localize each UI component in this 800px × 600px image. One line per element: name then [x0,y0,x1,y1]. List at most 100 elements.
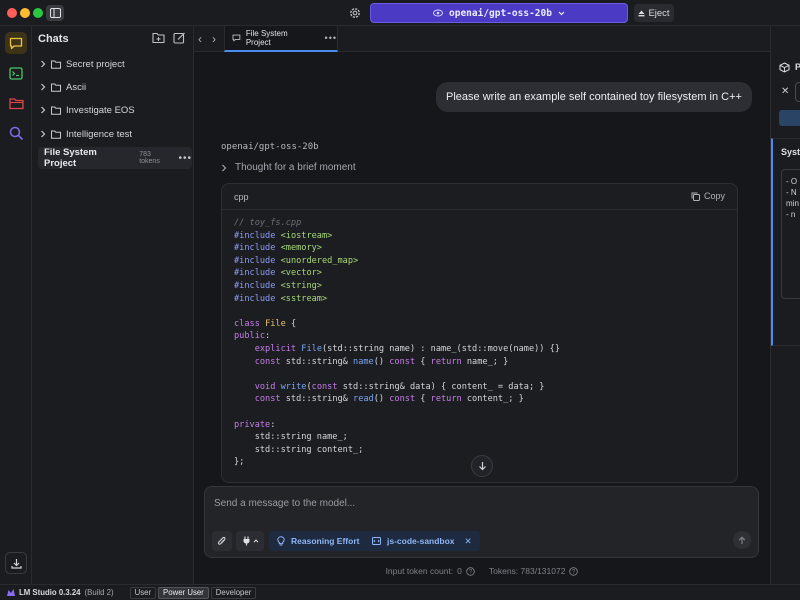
copy-label: Copy [703,191,725,201]
message-input[interactable] [214,498,734,509]
attach-file-button[interactable] [212,531,232,551]
preset-input[interactable] [795,82,800,102]
tab-title: File System Project [245,29,288,47]
folder-label: Investigate EOS [66,104,135,116]
terminal-icon [9,66,23,80]
sidebar-toggle-button[interactable] [46,5,64,21]
system-prompt-textarea[interactable]: - O - N min - n [781,169,800,299]
panel-title: P [795,62,800,72]
rail-search-button[interactable] [5,122,27,144]
copy-code-button[interactable]: Copy [691,191,725,201]
reasoning-effort-label: Reasoning Effort [291,536,360,546]
maximize-window-button[interactable] [33,8,43,18]
panel-tab-active[interactable] [779,110,800,126]
compose-icon [173,32,185,44]
assistant-model-name: openai/gpt-oss-20b [221,142,319,152]
model-name: openai/gpt-oss-20b [449,7,552,19]
rail-developer-button[interactable] [5,62,27,84]
mode-user-button[interactable]: User [129,586,157,599]
folder-icon [51,83,61,92]
total-token-label: Tokens: 783/131072 [488,566,566,576]
folder-item[interactable]: Intelligence test [40,125,190,143]
input-token-count: Input token count: 0 ? [386,566,475,576]
integrations-button[interactable] [236,531,264,551]
thought-toggle[interactable]: Thought for a brief moment [221,162,356,173]
folder-icon [51,60,61,69]
token-info: Input token count: 0 ? Tokens: 783/13107… [194,566,770,576]
new-chat-button[interactable] [173,32,187,46]
folder-icon [8,97,24,109]
chevron-down-icon [558,11,565,15]
code-language: cpp [234,192,249,202]
arrow-down-icon [478,462,486,471]
code-block: cpp Copy // toy_fs.cpp #include <iostrea… [221,183,738,483]
back-arrow-icon[interactable]: ‹ [198,32,202,46]
arrow-up-icon [738,535,746,544]
lm-studio-logo-icon [7,589,15,596]
chevron-right-icon [41,106,46,114]
chevron-right-icon [222,164,227,171]
chevron-right-icon [41,130,46,138]
app-version: LM Studio 0.3.24 [19,588,81,597]
rail-chat-button[interactable] [5,32,27,54]
reasoning-effort-chip[interactable]: Reasoning Effort [269,531,368,551]
folder-icon [51,130,61,139]
chat-bubble-icon [9,37,23,49]
lightbulb-icon [277,536,285,546]
folder-item[interactable]: Ascii [40,78,190,96]
rail-downloads-button[interactable] [5,552,27,574]
search-icon [9,126,23,140]
scroll-to-bottom-button[interactable] [471,455,493,477]
mode-developer-button[interactable]: Developer [210,586,257,599]
rail-models-button[interactable] [5,92,27,114]
user-message: Please write an example self contained t… [436,82,752,112]
code-block-header: cpp Copy [222,184,737,210]
mode-power-user-button[interactable]: Power User [158,586,209,599]
help-icon[interactable]: ? [466,566,475,576]
folder-label: Ascii [66,81,87,93]
folder-label: Intelligence test [66,128,133,140]
minimize-window-button[interactable] [20,8,30,18]
send-button[interactable] [733,531,751,549]
close-window-button[interactable] [7,8,17,18]
js-code-sandbox-chip[interactable]: js-code-sandbox ✕ [364,531,480,551]
chat-bubble-icon [232,34,241,42]
close-icon[interactable]: ✕ [781,86,789,97]
app-logo: LM Studio 0.3.24 [6,588,81,597]
model-eye-icon [433,9,444,17]
chevron-right-icon [41,83,46,91]
eject-icon [638,10,645,16]
tab-file-system-project[interactable]: File System Project ••• [224,26,338,52]
folder-item[interactable]: Investigate EOS [40,101,190,119]
cube-icon [779,62,790,73]
paperclip-icon [217,536,226,545]
build-number: (Build 2) [84,588,114,597]
chat-item-file-system-project[interactable]: File System Project 783 tokens ••• [38,147,192,169]
folder-item[interactable]: Secret project [40,55,190,73]
model-selector[interactable]: openai/gpt-oss-20b [370,3,628,23]
system-prompt-section: Syste - O - N min - n [771,138,800,346]
plug-icon [243,536,249,546]
message-composer: Reasoning Effort js-code-sandbox ✕ [204,486,759,558]
forward-arrow-icon[interactable]: › [212,32,216,46]
more-options-icon[interactable]: ••• [178,153,192,164]
eject-button[interactable]: Eject [634,4,674,22]
new-folder-button[interactable] [152,32,166,46]
settings-button[interactable] [348,6,362,20]
gear-icon [350,8,360,18]
chevron-up-icon [253,539,258,543]
help-icon[interactable]: ? [569,566,579,576]
tab-more-icon[interactable]: ••• [325,33,337,43]
chats-title: Chats [38,33,69,45]
icon-rail [0,26,32,584]
eject-label: Eject [648,7,670,19]
chevron-right-icon [41,60,46,68]
copy-icon [691,192,700,201]
conversation-area: Please write an example self contained t… [194,52,770,584]
input-token-label: Input token count: [385,566,454,576]
remove-chip-icon[interactable]: ✕ [465,536,472,547]
new-folder-icon [152,32,165,44]
input-token-value: 0 [457,566,462,576]
code-file-icon [372,537,381,545]
chat-token-count: 783 tokens [139,151,160,165]
